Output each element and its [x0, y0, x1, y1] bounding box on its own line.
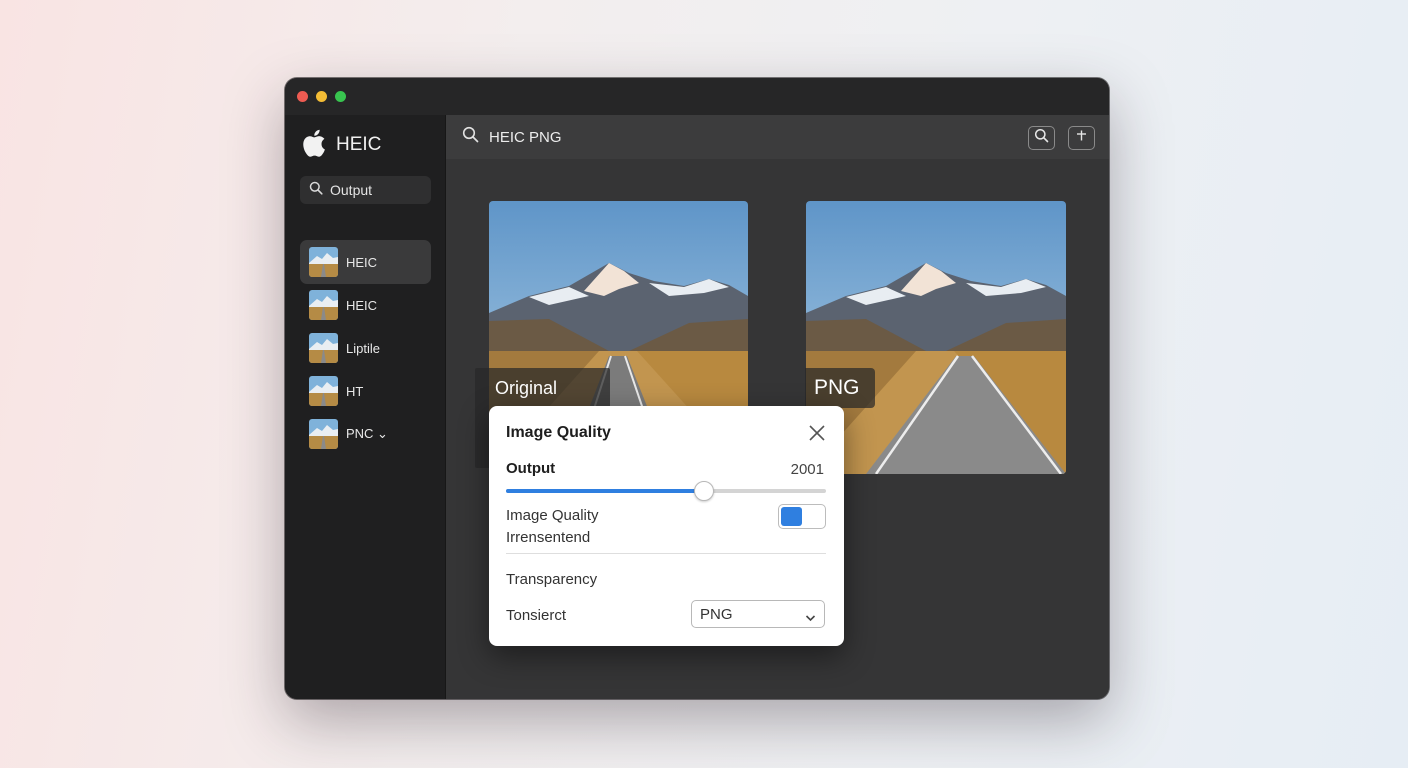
file-item-heic-2[interactable]: HEIC: [300, 283, 431, 327]
search-icon: [462, 126, 479, 148]
apple-logo-icon: [300, 128, 326, 163]
format-select-value: PNG: [700, 605, 733, 623]
file-item-label: Liptile: [346, 340, 380, 356]
app-title: HEIC: [336, 134, 382, 155]
slider-fill: [506, 489, 705, 493]
image-quality-sublabel: Irrensentend: [506, 529, 591, 546]
zoom-window-button[interactable]: [335, 91, 346, 102]
title-bar: [285, 78, 1109, 115]
file-item-liptile[interactable]: Liptile: [300, 326, 431, 370]
search-query[interactable]: HEIC PNG: [489, 129, 562, 146]
thumbnail-image: [309, 419, 338, 449]
sidebar-search-input[interactable]: [330, 182, 425, 198]
image-quality-dialog: Image Quality Output 2001 Image Quality …: [489, 406, 844, 646]
image-quality-label: Image Quality: [506, 507, 599, 524]
output-label: Output: [506, 460, 556, 477]
format-label: Tonsierct: [506, 607, 567, 624]
thumbnail-image: [309, 247, 338, 277]
file-item-label: PNC ⌄: [346, 426, 388, 441]
search-icon: [1034, 128, 1049, 148]
file-item-heic-1[interactable]: HEIC: [300, 240, 431, 284]
toolbar: HEIC PNG: [446, 115, 1109, 159]
add-icon: [1075, 129, 1088, 147]
sidebar-search[interactable]: [300, 176, 431, 204]
png-label: PNG: [805, 368, 875, 408]
png-preview-image[interactable]: [806, 201, 1066, 474]
close-icon[interactable]: [807, 423, 827, 443]
format-select[interactable]: PNG: [691, 600, 825, 628]
thumbnail-image: [309, 376, 338, 406]
file-item-pnc[interactable]: PNC ⌄: [300, 412, 431, 456]
sidebar: HEIC HEIC HEIC Liptile HT: [285, 115, 446, 699]
image-quality-toggle[interactable]: [778, 504, 826, 529]
dialog-title: Image Quality: [506, 424, 611, 441]
file-item-ht[interactable]: HT: [300, 369, 431, 413]
thumbnail-image: [309, 333, 338, 363]
divider: [506, 553, 826, 554]
thumbnail-image: [309, 290, 338, 320]
output-value: 2001: [790, 461, 824, 478]
file-item-label: HEIC: [346, 254, 378, 270]
transparency-label: Transparency: [506, 571, 598, 588]
output-slider[interactable]: [506, 481, 826, 501]
brand: HEIC: [300, 129, 381, 161]
slider-knob[interactable]: [694, 481, 715, 501]
minimize-window-button[interactable]: [316, 91, 327, 102]
file-list: HEIC HEIC Liptile HT PNC ⌄: [300, 240, 431, 455]
file-item-label: HEIC: [346, 297, 378, 313]
search-icon: [309, 181, 323, 200]
toggle-on-indicator: [781, 507, 802, 526]
file-item-label: HT: [346, 383, 364, 399]
close-window-button[interactable]: [297, 91, 308, 102]
add-button[interactable]: [1068, 126, 1095, 150]
chevron-down-icon: [805, 609, 816, 626]
search-button[interactable]: [1028, 126, 1055, 150]
